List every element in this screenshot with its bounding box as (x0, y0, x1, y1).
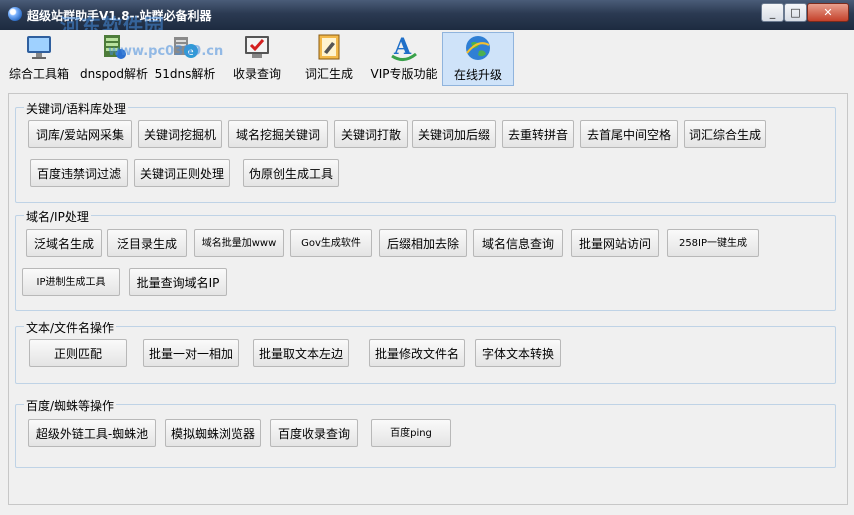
btn-keyword-regex[interactable]: 关键词正则处理 (134, 159, 230, 187)
tool-label: dnspod解析 (80, 67, 149, 81)
tool-word-gen[interactable]: 词汇生成 (298, 32, 360, 84)
svg-text:A: A (393, 34, 412, 60)
btn-spider-browser[interactable]: 模拟蜘蛛浏览器 (165, 419, 261, 447)
btn-baidu-ping[interactable]: 百度ping (371, 419, 451, 447)
check-screen-icon (242, 32, 272, 62)
tool-label: 51dns解析 (154, 67, 216, 81)
btn-rename-files[interactable]: 批量修改文件名 (369, 339, 465, 367)
btn-batch-domain-ip[interactable]: 批量查询域名IP (129, 268, 227, 296)
btn-word-combo[interactable]: 词汇综合生成 (684, 120, 766, 148)
group-title: 关键词/语料库处理 (24, 100, 129, 117)
tool-label: VIP专版功能 (370, 67, 438, 81)
btn-text-left[interactable]: 批量取文本左边 (253, 339, 349, 367)
btn-gov-gen[interactable]: Gov生成软件 (290, 229, 372, 257)
maximize-button[interactable]: □ (784, 3, 807, 22)
btn-one-to-one[interactable]: 批量一对一相加 (143, 339, 239, 367)
group-baidu: 百度/蜘蛛等操作 超级外链工具-蜘蛛池 模拟蜘蛛浏览器 百度收录查询 百度pin… (15, 397, 836, 468)
btn-batch-visit[interactable]: 批量网站访问 (571, 229, 659, 257)
btn-domain-info[interactable]: 域名信息查询 (473, 229, 563, 257)
btn-font-convert[interactable]: 字体文本转换 (475, 339, 561, 367)
tool-vip[interactable]: A VIP专版功能 (368, 32, 440, 84)
group-title: 文本/文件名操作 (24, 319, 117, 336)
globe-icon (463, 33, 493, 63)
close-button[interactable]: ✕ (807, 3, 849, 22)
tool-label: 收录查询 (232, 67, 281, 81)
group-domain: 域名/IP处理 泛域名生成 泛目录生成 域名批量加www Gov生成软件 后缀相… (15, 208, 836, 311)
tool-online-update[interactable]: 在线升级 (442, 32, 514, 86)
group-keywords: 关键词/语料库处理 词库/爱站网采集 关键词挖掘机 域名挖掘关键词 关键词打散 … (15, 100, 836, 203)
btn-keyword-shuffle[interactable]: 关键词打散 (334, 120, 408, 148)
notepad-icon (314, 32, 344, 62)
btn-keyword-miner[interactable]: 关键词挖掘机 (138, 120, 222, 148)
tool-toolbox[interactable]: 综合工具箱 (6, 32, 72, 84)
group-title: 域名/IP处理 (24, 208, 91, 225)
watermark-url: www.pc0359.cn (108, 44, 224, 59)
btn-258ip[interactable]: 258IP一键生成 (667, 229, 759, 257)
btn-baidu-filter[interactable]: 百度违禁词过滤 (30, 159, 128, 187)
btn-ip-base-gen[interactable]: IP进制生成工具 (22, 268, 120, 296)
font-icon: A (389, 32, 419, 62)
group-title: 百度/蜘蛛等操作 (24, 397, 117, 414)
app-logo-icon (8, 7, 22, 21)
btn-spider-pool[interactable]: 超级外链工具-蜘蛛池 (28, 419, 156, 447)
btn-baidu-index[interactable]: 百度收录查询 (270, 419, 358, 447)
minimize-button[interactable]: _ (761, 3, 784, 22)
btn-domain-keyword[interactable]: 域名挖掘关键词 (228, 120, 328, 148)
group-text: 文本/文件名操作 正则匹配 批量一对一相加 批量取文本左边 批量修改文件名 字体… (15, 319, 836, 384)
toolbar: 综合工具箱 dnspod解析 e 51dns解析 收录查询 词汇生成 A VIP… (0, 30, 854, 86)
tool-label: 综合工具箱 (8, 67, 69, 81)
btn-pseudo-original[interactable]: 伪原创生成工具 (243, 159, 339, 187)
monitor-icon (24, 32, 54, 62)
btn-wildcard-dir[interactable]: 泛目录生成 (107, 229, 187, 257)
btn-wildcard-domain[interactable]: 泛域名生成 (26, 229, 102, 257)
btn-suffix-addremove[interactable]: 后缀相加去除 (379, 229, 467, 257)
btn-dedup-pinyin[interactable]: 去重转拼音 (502, 120, 574, 148)
btn-keyword-suffix[interactable]: 关键词加后缀 (412, 120, 496, 148)
tool-index-query[interactable]: 收录查询 (226, 32, 288, 84)
tool-label: 在线升级 (453, 68, 502, 82)
btn-thesaurus-collect[interactable]: 词库/爱站网采集 (28, 120, 132, 148)
title-bar: 超级站群助手V1.8--站群必备利器 河东软件园 _ □ ✕ (0, 0, 854, 38)
btn-add-www[interactable]: 域名批量加www (194, 229, 284, 257)
btn-regex-match[interactable]: 正则匹配 (29, 339, 127, 367)
btn-trim-spaces[interactable]: 去首尾中间空格 (580, 120, 678, 148)
tool-label: 词汇生成 (304, 67, 353, 81)
